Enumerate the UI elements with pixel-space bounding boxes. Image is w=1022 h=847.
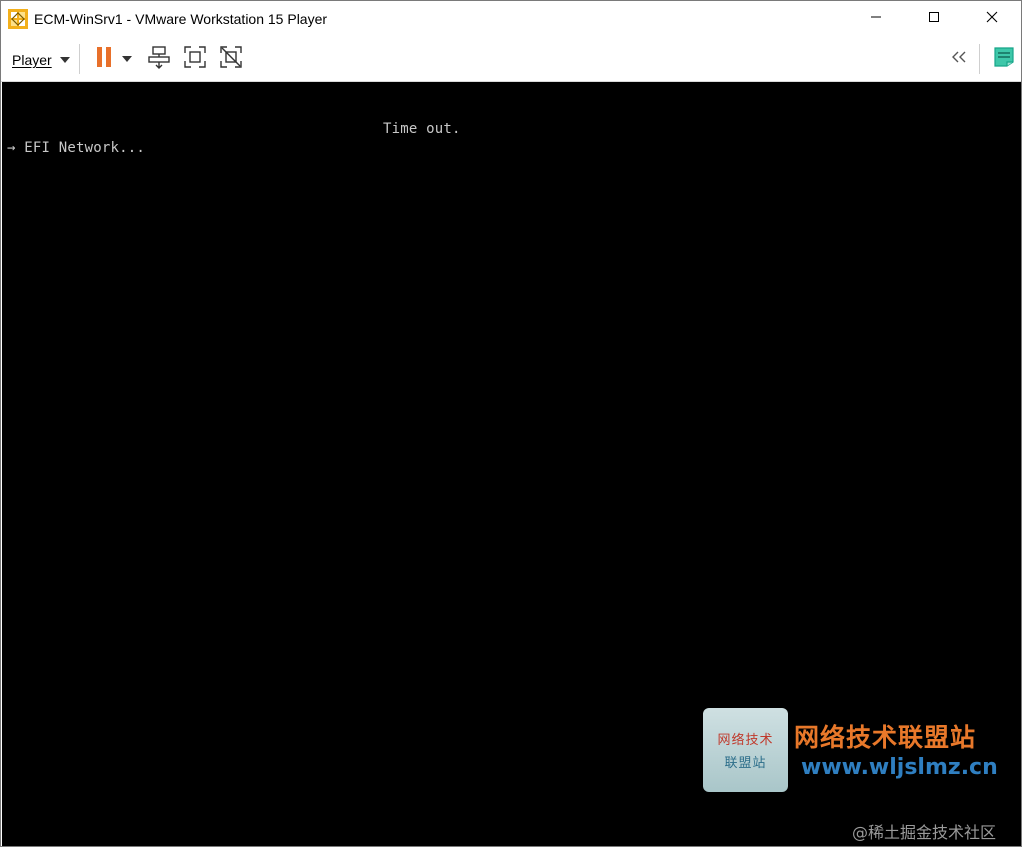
full-screen-icon <box>183 45 207 74</box>
watermark-title: 网络技术联盟站 <box>794 723 977 752</box>
collapse-left-icon <box>949 50 969 69</box>
toolbar: Player <box>1 38 1021 82</box>
send-ctrl-alt-del-icon <box>147 45 171 74</box>
full-screen-button[interactable] <box>182 45 208 74</box>
unity-button[interactable] <box>218 45 244 74</box>
close-icon <box>986 10 998 28</box>
maximize-icon <box>928 10 940 28</box>
vmware-icon <box>8 9 28 29</box>
collapse-toolbar-button[interactable] <box>946 46 972 72</box>
player-menu-button[interactable]: Player <box>12 50 70 70</box>
title-bar: ECM-WinSrv1 - VMware Workstation 15 Play… <box>1 1 1021 37</box>
chevron-down-icon <box>59 57 70 63</box>
unity-icon <box>219 45 243 74</box>
minimize-button[interactable] <box>847 1 905 37</box>
timeout-message: Time out. <box>383 121 461 137</box>
watermark-credit: @稀土掘金技术社区 <box>852 823 997 842</box>
watermark-url: www.wljslmz.cn <box>801 755 998 780</box>
pause-button[interactable] <box>91 46 117 72</box>
watermark-logo-line1: 网络技术 <box>717 733 774 748</box>
toolbar-divider-right <box>979 44 980 74</box>
power-options-dropdown[interactable] <box>116 46 138 72</box>
toolbar-divider <box>79 44 80 74</box>
watermark-logo-line2: 联盟站 <box>724 756 767 771</box>
efi-network-boot-line: → EFI Network... <box>7 140 146 156</box>
close-button[interactable] <box>963 1 1021 37</box>
maximize-button[interactable] <box>905 1 963 37</box>
message-log-icon <box>993 46 1015 73</box>
window-title: ECM-WinSrv1 - VMware Workstation 15 Play… <box>34 11 328 27</box>
minimize-icon <box>870 10 882 28</box>
message-log-button[interactable] <box>991 46 1017 72</box>
watermark-logo: 网络技术 联盟站 <box>703 708 788 792</box>
vm-console-screen[interactable]: Time out. → EFI Network... 网络技术 联盟站 网络技术… <box>2 82 1021 846</box>
send-ctrl-alt-del-button[interactable] <box>146 45 172 74</box>
player-menu-label: Player <box>12 52 52 68</box>
pause-icon <box>94 46 114 73</box>
vmware-player-window: ECM-WinSrv1 - VMware Workstation 15 Play… <box>0 0 1022 847</box>
dropdown-caret-icon <box>121 50 133 68</box>
